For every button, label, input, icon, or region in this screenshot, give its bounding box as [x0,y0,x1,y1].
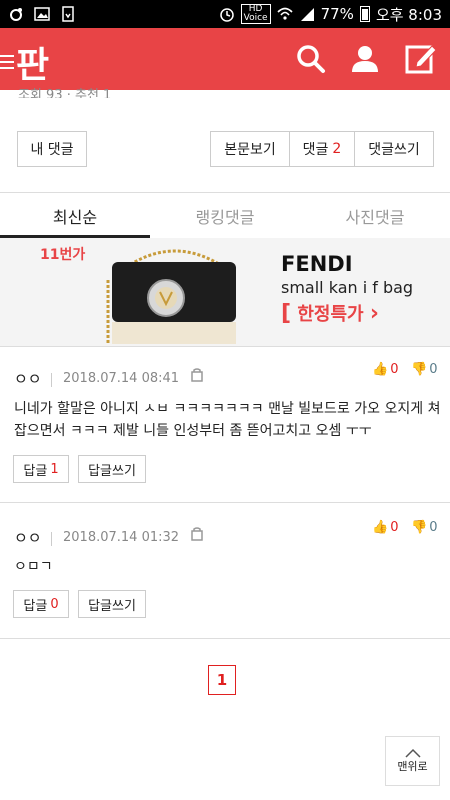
reply-count: 0 [50,596,59,612]
comments-count: 2 [332,141,342,157]
tab-ranking[interactable]: 랭킹댓글 [150,194,300,238]
ad-banner[interactable]: 11번가 FENDI small kan i f bag [ 한정특가 › [0,238,450,346]
write-comment-label: 댓글쓰기 [368,142,420,158]
view-post-label: 본문보기 [224,142,276,158]
reply-label: 답글 [23,598,48,614]
status-right: HD Voice 77% 오후 8:03 [219,4,442,25]
battery-icon [359,6,370,22]
menu-icon[interactable] [0,55,14,69]
ad-brand: FENDI [281,252,353,276]
wifi-icon [277,7,293,20]
back-to-top-button[interactable]: 맨위로 [385,736,440,786]
view-post-button[interactable]: 본문보기 [210,131,290,167]
back-to-top-label: 맨위로 [397,760,428,773]
status-bar: HD Voice 77% 오후 8:03 [0,0,450,28]
clock: 오후 8:03 [375,5,442,24]
comment-date: 2018.07.14 01:32 [63,530,180,545]
report-icon[interactable] [191,368,203,382]
write-reply-label: 답글쓰기 [88,598,136,614]
post-stats-residue: 조회 93 · 추천 1 [18,88,112,98]
user-icon[interactable] [348,42,382,76]
hd-voice-badge: HD Voice [240,4,271,24]
thumbs-down-icon: 👎 [411,362,428,377]
signal-icon [300,8,314,21]
divider [0,638,450,639]
thumbs-up-icon: 👍 [372,362,389,377]
gallery-icon [34,7,50,21]
write-comment-button[interactable]: 댓글쓰기 [354,131,434,167]
battery-percent: 77% [320,5,354,23]
comments-button[interactable]: 댓글 2 [289,131,355,167]
alarm-icon [219,8,234,22]
comments-label: 댓글 [302,142,329,158]
ad-product: small kan i f bag [281,278,414,297]
search-icon[interactable] [294,42,328,76]
reply-button[interactable]: 답글 0 [13,590,69,618]
my-comments-button[interactable]: 내 댓글 [17,131,87,167]
separator [51,373,52,387]
page-number-current[interactable]: 1 [208,665,236,695]
comment-date: 2018.07.14 08:41 [63,371,180,386]
downvote-button[interactable]: 👎 0 [411,362,437,377]
voice-label: Voice [243,13,268,23]
upvote-count: 0 [390,520,399,535]
comment-text: 니네가 할말은 아니지 ㅅㅂ ㅋㅋㅋㅋㅋㅋㅋ 맨날 빌보드로 가오 오지게 쳐잡… [14,401,441,439]
ad-deal: [ 한정특가 › [281,301,379,326]
ad-badge: 11번가 [40,247,86,263]
thumbs-up-icon: 👍 [372,520,389,535]
tab-ranking-label: 랭킹댓글 [195,208,255,227]
app-header: 판 [0,28,450,90]
separator [51,532,52,546]
write-reply-button[interactable]: 답글쓰기 [78,455,146,483]
download-icon [62,6,74,22]
tab-latest-label: 최신순 [52,208,98,227]
my-comments-label: 내 댓글 [30,142,74,158]
comment-author: ㅇㅇ [14,529,42,547]
upvote-count: 0 [390,362,399,377]
tab-photo-label: 사진댓글 [345,208,405,227]
write-reply-button[interactable]: 답글쓰기 [78,590,146,618]
thumbs-down-icon: 👎 [411,520,428,535]
upvote-button[interactable]: 👍 0 [372,362,398,377]
comment-author: ㅇㅇ [14,370,42,388]
write-reply-label: 답글쓰기 [88,463,136,479]
bag-image [106,249,236,344]
ad-deal-label: 한정특가 [297,304,364,325]
comment-text: ㅇㅁㄱ [14,559,53,575]
comment-item: ㅇㅇ 2018.07.14 01:32 👍 0 👎 0 ㅇㅁㄱ 답글 0 답글쓰… [0,502,450,638]
downvote-count: 0 [429,362,438,377]
report-icon[interactable] [191,527,203,541]
write-icon[interactable] [404,42,438,76]
divider [0,192,450,193]
tab-photo[interactable]: 사진댓글 [300,194,450,238]
tab-latest[interactable]: 최신순 [0,194,150,238]
reply-button[interactable]: 답글 1 [13,455,69,483]
reply-count: 1 [50,461,59,477]
upvote-button[interactable]: 👍 0 [372,520,398,535]
status-left [8,6,76,22]
reply-label: 답글 [23,463,48,479]
sync-icon [10,8,22,21]
comment-item: ㅇㅇ 2018.07.14 08:41 👍 0 👎 0 니네가 할말은 아니지 … [0,346,450,502]
downvote-count: 0 [429,520,438,535]
downvote-button[interactable]: 👎 0 [411,520,437,535]
app-logo[interactable]: 판 [16,36,49,88]
chevron-up-icon [404,748,421,758]
logo-menu[interactable]: 판 [0,36,49,88]
